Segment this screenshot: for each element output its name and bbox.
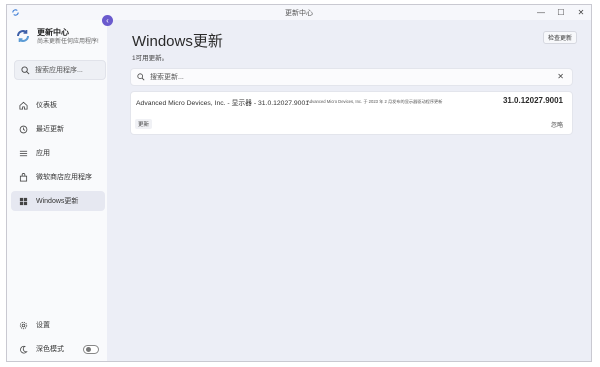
update-search-input[interactable]: 搜索更新... ✕ bbox=[130, 68, 573, 86]
ignore-button[interactable]: 忽略 bbox=[551, 120, 563, 129]
store-icon bbox=[19, 172, 28, 182]
windows-icon bbox=[19, 197, 28, 205]
close-button[interactable]: ✕ bbox=[571, 5, 591, 20]
app-window: 更新中心 — ☐ ✕ 更新中心 尚未更新任何应用程序! 搜索应用程序... 仪表… bbox=[6, 4, 592, 362]
minimize-button[interactable]: — bbox=[531, 5, 551, 20]
search-icon bbox=[21, 65, 30, 74]
search-icon bbox=[137, 73, 145, 81]
sidebar-item-store-apps[interactable]: 微软商店应用程序 bbox=[11, 167, 105, 187]
page-title: Windows更新 bbox=[132, 33, 223, 50]
sidebar-item-label: 设置 bbox=[36, 322, 50, 329]
moon-icon bbox=[20, 345, 28, 353]
brand-subtitle: 尚未更新任何应用程序! bbox=[37, 39, 99, 45]
sidebar: 更新中心 尚未更新任何应用程序! 搜索应用程序... 仪表板 最近更新 应用 微… bbox=[7, 20, 107, 361]
title-bar: 更新中心 — ☐ ✕ bbox=[7, 5, 591, 20]
maximize-button[interactable]: ☐ bbox=[551, 5, 571, 20]
sidebar-item-dashboard[interactable]: 仪表板 bbox=[11, 95, 105, 115]
app-icon bbox=[12, 9, 19, 16]
refresh-logo-icon bbox=[17, 30, 29, 42]
update-tag: 更新 bbox=[135, 119, 153, 129]
update-search-placeholder: 搜索更新... bbox=[150, 74, 184, 81]
app-search-input[interactable]: 搜索应用程序... bbox=[14, 60, 106, 80]
sidebar-item-label: 最近更新 bbox=[36, 126, 64, 133]
brand: 更新中心 尚未更新任何应用程序! bbox=[15, 28, 99, 46]
history-icon bbox=[19, 125, 28, 133]
app-search-placeholder: 搜索应用程序... bbox=[35, 67, 83, 74]
update-description: Advanced Micro Devices, Inc. 于 2023 年 2 … bbox=[307, 99, 443, 104]
clear-search-icon[interactable]: ✕ bbox=[557, 72, 564, 81]
sidebar-item-label: 应用 bbox=[36, 150, 50, 157]
list-icon bbox=[19, 150, 28, 156]
collapse-sidebar-button[interactable]: ‹ bbox=[102, 15, 113, 26]
sidebar-item-windows-update[interactable]: Windows更新 bbox=[11, 191, 105, 211]
sidebar-item-apps[interactable]: 应用 bbox=[11, 143, 105, 163]
window-title: 更新中心 bbox=[285, 9, 313, 17]
update-card: Advanced Micro Devices, Inc. - 显示器 - 31.… bbox=[130, 91, 573, 135]
dark-mode-toggle[interactable] bbox=[83, 344, 99, 354]
home-icon bbox=[19, 101, 28, 110]
dark-mode-label: 深色模式 bbox=[36, 346, 64, 353]
chevron-left-icon: ‹ bbox=[106, 16, 109, 25]
sidebar-nav: 仪表板 最近更新 应用 微软商店应用程序 Windows更新 bbox=[11, 95, 105, 215]
available-updates-count: 1可用更新。 bbox=[132, 55, 169, 62]
sidebar-item-label: Windows更新 bbox=[36, 198, 79, 205]
brand-title: 更新中心 bbox=[37, 28, 69, 37]
gear-icon bbox=[19, 321, 28, 329]
update-version: 31.0.12027.9001 bbox=[502, 96, 563, 105]
sidebar-bottom: 设置 深色模式 bbox=[11, 315, 105, 361]
dark-mode-row: 深色模式 bbox=[11, 339, 105, 359]
update-name: Advanced Micro Devices, Inc. - 显示器 - 31.… bbox=[136, 100, 310, 107]
check-updates-button[interactable]: 检查更新 bbox=[542, 31, 577, 44]
main-panel: Windows更新 检查更新 1可用更新。 搜索更新... ✕ Advanced… bbox=[107, 20, 591, 361]
sidebar-item-label: 仪表板 bbox=[36, 102, 57, 109]
sidebar-item-recent-updates[interactable]: 最近更新 bbox=[11, 119, 105, 139]
sidebar-item-settings[interactable]: 设置 bbox=[11, 315, 105, 335]
sidebar-item-label: 微软商店应用程序 bbox=[36, 174, 92, 181]
